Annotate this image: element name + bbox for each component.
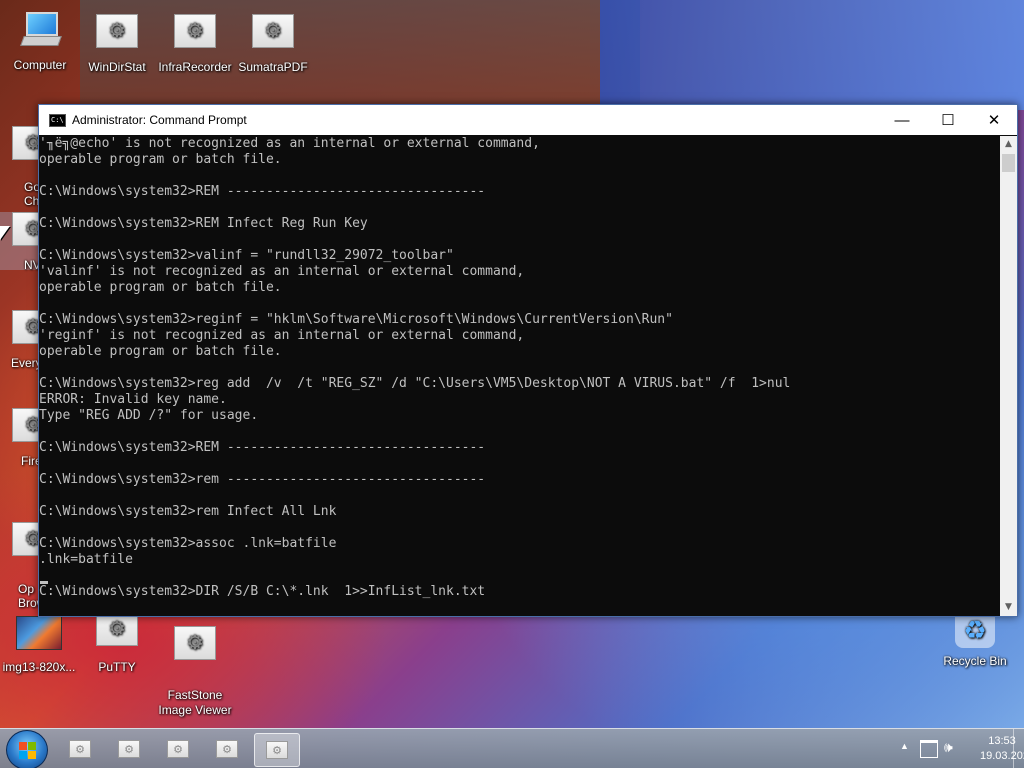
maximize-button[interactable]: ☐	[925, 105, 971, 135]
desktop-icon-label: img13-820x...	[2, 660, 76, 674]
desktop-icon-label: Computer	[13, 58, 67, 72]
console-line: .lnk=batfile	[39, 552, 133, 567]
vertical-scrollbar[interactable]: ▲ ▼	[1000, 136, 1017, 616]
wallpaper-sky	[600, 0, 1024, 110]
desktop-icon-label: FastStone Image Viewer	[158, 688, 232, 717]
app-gear-icon: ⚙	[167, 740, 189, 758]
show-desktop-button[interactable]	[1013, 729, 1024, 768]
app-gear-icon: ⚙	[69, 740, 91, 758]
desktop-icon-faststone[interactable]: ⚙ FastStone Image Viewer	[156, 612, 234, 732]
console-line: operable program or batch file.	[39, 344, 282, 359]
volume-icon[interactable]: 🕪	[944, 739, 953, 756]
taskbar-app-4[interactable]: ⚙	[205, 733, 249, 765]
console-line: 'reginf' is not recognized as an interna…	[39, 328, 525, 343]
console-line: '╖ë╗@echo' is not recognized as an inter…	[39, 136, 540, 151]
desktop-icon-label: Recycle Bin	[943, 654, 1007, 668]
desktop-icon-label: WinDirStat	[88, 60, 146, 74]
taskbar: ⚙ ⚙ ⚙ ⚙ ⚙ ▲ 🕪 13:53 19.03.2023	[0, 728, 1024, 768]
taskbar-app-3[interactable]: ⚙	[156, 733, 200, 765]
close-button[interactable]: ✕	[971, 105, 1017, 135]
window-title: Administrator: Command Prompt	[72, 113, 247, 127]
console-line: C:\Windows\system32>rem Infect All Lnk	[39, 504, 337, 519]
console-line: C:\Windows\system32>reg add /v /t "REG_S…	[39, 376, 791, 391]
windows-logo-icon	[19, 742, 36, 759]
desktop-icon-label: InfraRecorder	[158, 60, 232, 74]
desktop-icon-windirstat[interactable]: ⚙ WinDirStat	[78, 14, 156, 74]
console-line: C:\Windows\system32>REM ----------------…	[39, 440, 486, 455]
console-line: C:\Windows\system32>assoc .lnk=batfile	[39, 536, 337, 551]
desktop-icon-label: PuTTY	[98, 660, 136, 674]
scroll-up-icon[interactable]: ▲	[1000, 136, 1017, 153]
app-gear-icon: ⚙	[266, 741, 288, 759]
console-line: C:\Windows\system32>rem ----------------…	[39, 472, 486, 487]
desktop-icon-label: SumatraPDF	[238, 60, 308, 74]
console-line: ERROR: Invalid key name.	[39, 392, 227, 407]
console-output[interactable]: '╖ë╗@echo' is not recognized as an inter…	[39, 136, 999, 616]
text-cursor	[40, 581, 48, 584]
console-line: 'valinf' is not recognized as an interna…	[39, 264, 525, 279]
app-gear-icon: ⚙	[96, 612, 138, 646]
console-line: C:\Windows\system32>reginf = "hklm\Softw…	[39, 312, 673, 327]
recycle-bin-icon: ♻	[955, 612, 995, 648]
desktop-icon-infrarecorder[interactable]: ⚙ InfraRecorder	[156, 14, 234, 74]
app-gear-icon: ⚙	[96, 14, 138, 48]
window-titlebar[interactable]: C:\ Administrator: Command Prompt — ☐ ✕	[39, 105, 1017, 135]
show-hidden-icons-icon[interactable]: ▲	[900, 741, 909, 751]
app-gear-icon: ⚙	[174, 14, 216, 48]
computer-icon	[20, 12, 62, 46]
system-tray: ▲ 🕪 13:53 19.03.2023	[864, 729, 1024, 768]
desktop-icon-putty[interactable]: ⚙ PuTTY	[78, 612, 156, 674]
network-icon[interactable]	[920, 740, 938, 758]
desktop-icon-img13[interactable]: img13-820x...	[0, 616, 78, 674]
scroll-thumb[interactable]	[1002, 154, 1015, 172]
app-gear-icon: ⚙	[216, 740, 238, 758]
desktop-icon-sumatrapdf[interactable]: ⚙ SumatraPDF	[234, 14, 312, 74]
console-line: C:\Windows\system32>REM Infect Reg Run K…	[39, 216, 368, 231]
app-gear-icon: ⚙	[118, 740, 140, 758]
desktop: Computer ⚙ WinDirStat ⚙ InfraRecorder ⚙ …	[0, 0, 1024, 768]
console-line: C:\Windows\system32>REM ----------------…	[39, 184, 486, 199]
image-thumbnail-icon	[16, 616, 62, 650]
app-gear-icon: ⚙	[252, 14, 294, 48]
start-button[interactable]	[6, 730, 48, 768]
app-gear-icon: ⚙	[174, 626, 216, 660]
console-line: C:\Windows\system32>DIR /S/B C:\*.lnk 1>…	[39, 584, 486, 599]
desktop-icon-recycle-bin[interactable]: ♻ Recycle Bin	[936, 612, 1014, 668]
console-line: operable program or batch file.	[39, 152, 282, 167]
minimize-button[interactable]: —	[879, 105, 925, 135]
command-prompt-window[interactable]: C:\ Administrator: Command Prompt — ☐ ✕ …	[38, 104, 1018, 617]
scroll-down-icon[interactable]: ▼	[1000, 599, 1017, 616]
taskbar-app-cmd[interactable]: ⚙	[254, 733, 300, 767]
console-line: operable program or batch file.	[39, 280, 282, 295]
desktop-icon-computer[interactable]: Computer	[1, 12, 79, 72]
mouse-cursor-icon	[0, 226, 10, 240]
cmd-app-icon: C:\	[49, 113, 66, 127]
taskbar-app-2[interactable]: ⚙	[107, 733, 151, 765]
console-line: Type "REG ADD /?" for usage.	[39, 408, 259, 423]
console-line: C:\Windows\system32>valinf = "rundll32_2…	[39, 248, 454, 263]
taskbar-app-1[interactable]: ⚙	[58, 733, 102, 765]
